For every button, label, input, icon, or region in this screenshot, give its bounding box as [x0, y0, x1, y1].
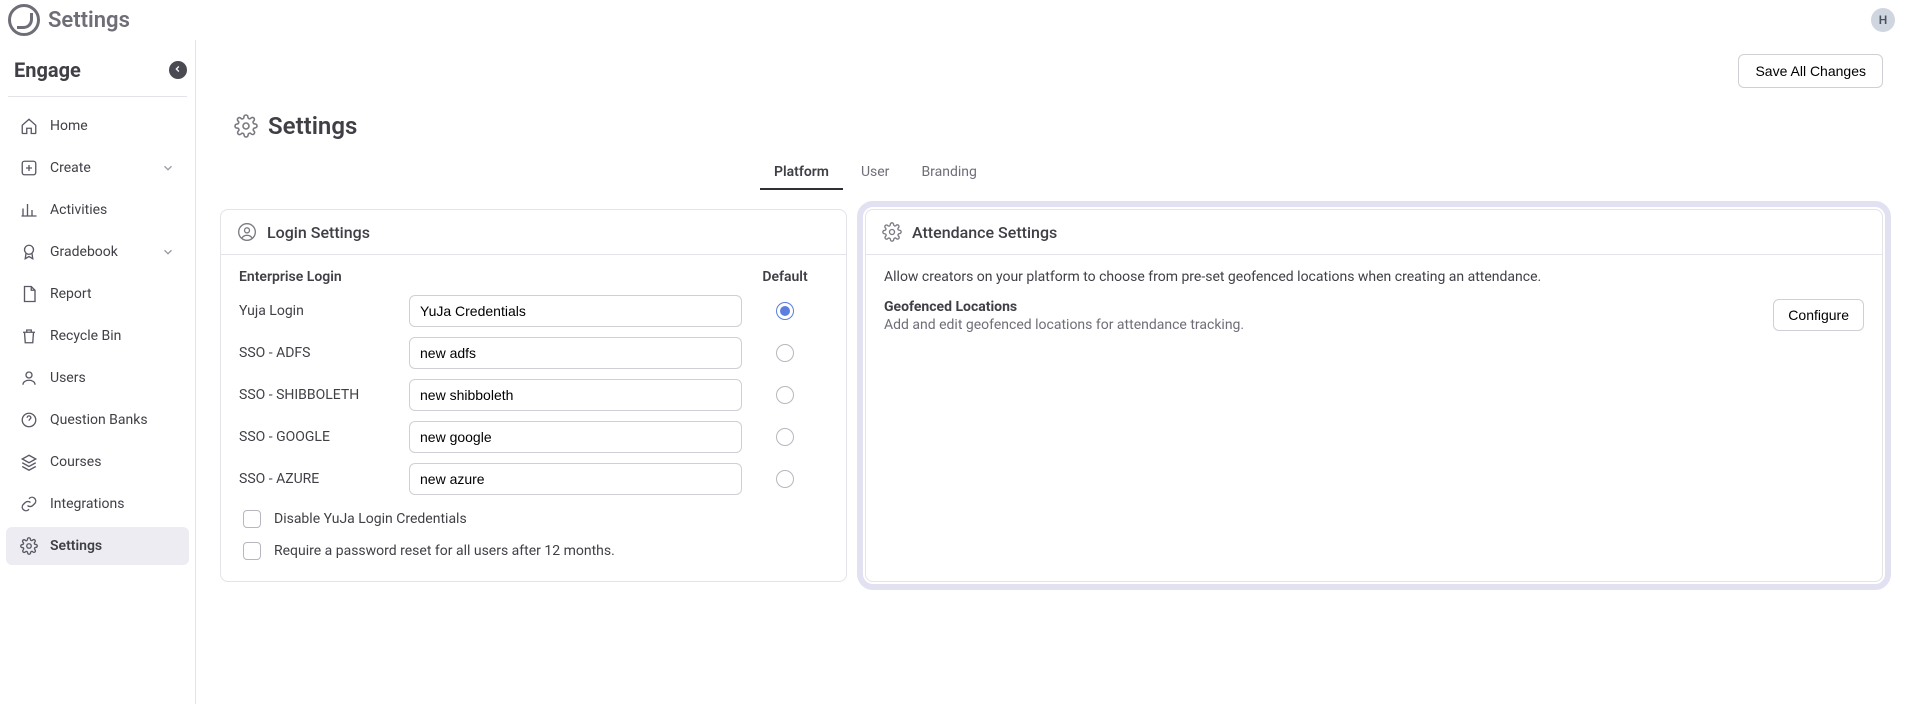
sidebar-item-label: Create [50, 160, 149, 176]
checkbox-row[interactable]: Disable YuJa Login Credentials [239, 507, 828, 531]
column-header-default: Default [742, 269, 828, 285]
sidebar-item-label: Courses [50, 454, 175, 470]
chevron-down-icon [161, 245, 175, 259]
sidebar-item-gradebook[interactable]: Gradebook [6, 233, 189, 271]
card-header: Login Settings [221, 210, 846, 255]
checkbox-label: Disable YuJa Login Credentials [274, 511, 467, 527]
tab-platform[interactable]: Platform [760, 156, 843, 190]
login-name-input-google[interactable] [409, 421, 742, 453]
card-title: Login Settings [267, 223, 370, 242]
column-header-provider: Enterprise Login [239, 269, 409, 285]
user-circle-icon [237, 222, 257, 242]
login-name-input-adfs[interactable] [409, 337, 742, 369]
app-title: Settings [48, 8, 130, 33]
gear-icon [882, 222, 902, 242]
card-header: Attendance Settings [866, 210, 1882, 255]
bar-chart-icon [20, 201, 38, 219]
sidebar-item-label: Home [50, 118, 175, 134]
login-settings-card: Login Settings Enterprise Login Default … [220, 209, 847, 582]
login-default-radio-azure[interactable] [776, 470, 794, 488]
action-row: Save All Changes [220, 54, 1883, 88]
home-icon [20, 117, 38, 135]
sidebar-product-row: Engage [0, 50, 195, 96]
star-badge-icon [20, 243, 38, 261]
sidebar-item-label: Recycle Bin [50, 328, 175, 344]
login-row-label: SSO - AZURE [239, 471, 409, 487]
checkbox-label: Require a password reset for all users a… [274, 543, 615, 559]
sidebar-item-courses[interactable]: Courses [6, 443, 189, 481]
sidebar-item-label: Activities [50, 202, 175, 218]
login-name-input-shibboleth[interactable] [409, 379, 742, 411]
sidebar-item-label: Users [50, 370, 175, 386]
sidebar-item-settings[interactable]: Settings [6, 527, 189, 565]
panel-header: Settings [220, 96, 1883, 156]
page-title: Settings [268, 112, 357, 140]
gear-icon [234, 114, 258, 138]
sidebar-item-label: Integrations [50, 496, 175, 512]
login-default-radio-adfs[interactable] [776, 344, 794, 362]
plus-box-icon [20, 159, 38, 177]
login-name-input-azure[interactable] [409, 463, 742, 495]
login-row-label: SSO - ADFS [239, 345, 409, 361]
topbar: Settings H [0, 0, 1907, 40]
tab-branding[interactable]: Branding [907, 156, 990, 190]
sidebar-item-recycle-bin[interactable]: Recycle Bin [6, 317, 189, 355]
checkbox-row[interactable]: Require a password reset for all users a… [239, 539, 828, 563]
disable-creds-checkbox[interactable] [243, 510, 261, 528]
login-row-label: SSO - SHIBBOLETH [239, 387, 409, 403]
attendance-settings-card: Attendance Settings Allow creators on yo… [865, 209, 1883, 582]
sidebar-item-create[interactable]: Create [6, 149, 189, 187]
save-all-button[interactable]: Save All Changes [1738, 54, 1883, 88]
sidebar-item-label: Gradebook [50, 244, 149, 260]
sidebar-item-question-banks[interactable]: Question Banks [6, 401, 189, 439]
login-name-input-yuja[interactable] [409, 295, 742, 327]
sidebar-item-label: Question Banks [50, 412, 175, 428]
geofence-section: Geofenced Locations Add and edit geofenc… [884, 299, 1244, 333]
tab-user[interactable]: User [847, 156, 903, 190]
tabbar: Platform User Branding [220, 156, 1883, 191]
sidebar-product-name: Engage [14, 58, 81, 82]
avatar[interactable]: H [1871, 8, 1895, 32]
stack-icon [20, 453, 38, 471]
login-row-label: SSO - GOOGLE [239, 429, 409, 445]
user-icon [20, 369, 38, 387]
card-title: Attendance Settings [912, 223, 1057, 242]
main: Save All Changes Settings Platform User … [196, 40, 1907, 704]
sidebar-divider [8, 96, 187, 97]
trash-icon [20, 327, 38, 345]
geofence-subtitle: Add and edit geofenced locations for att… [884, 317, 1244, 333]
sidebar-item-users[interactable]: Users [6, 359, 189, 397]
sidebar-item-home[interactable]: Home [6, 107, 189, 145]
topbar-left: Settings [8, 4, 130, 36]
sidebar-item-label: Settings [50, 538, 175, 554]
sidebar-item-integrations[interactable]: Integrations [6, 485, 189, 523]
app-logo-icon [8, 4, 40, 36]
chevron-down-icon [161, 161, 175, 175]
login-row-label: Yuja Login [239, 303, 409, 319]
sidebar: Engage Home Create Activities Gradebook [0, 40, 196, 704]
geofence-title: Geofenced Locations [884, 299, 1244, 315]
document-icon [20, 285, 38, 303]
login-default-radio-shibboleth[interactable] [776, 386, 794, 404]
login-default-radio-google[interactable] [776, 428, 794, 446]
attendance-description: Allow creators on your platform to choos… [884, 269, 1864, 285]
sidebar-item-activities[interactable]: Activities [6, 191, 189, 229]
sidebar-item-label: Report [50, 286, 175, 302]
link-icon [20, 495, 38, 513]
require-reset-checkbox[interactable] [243, 542, 261, 560]
question-icon [20, 411, 38, 429]
login-default-radio-yuja[interactable] [776, 302, 794, 320]
sidebar-item-report[interactable]: Report [6, 275, 189, 313]
arrow-left-icon [173, 62, 183, 78]
collapse-sidebar-button[interactable] [169, 61, 187, 79]
gear-icon [20, 537, 38, 555]
configure-button[interactable]: Configure [1773, 299, 1864, 331]
